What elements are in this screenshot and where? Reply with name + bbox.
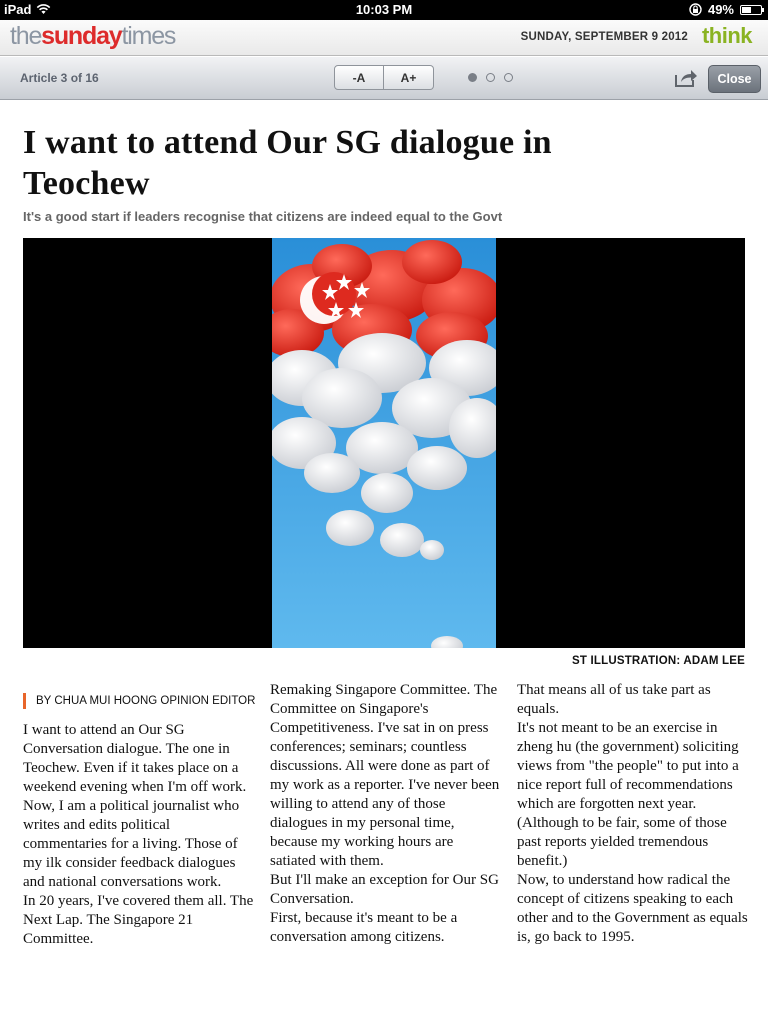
paragraph: In 20 years, I've covered them all. The … bbox=[23, 893, 254, 947]
status-right: 49% bbox=[689, 2, 764, 17]
battery-percent: 49% bbox=[707, 2, 734, 17]
paragraph: But I'll make an exception for Our SG Co… bbox=[270, 872, 499, 907]
article-counter: Article 3 of 16 bbox=[20, 71, 99, 85]
paragraph: Now, I am a political journalist who wri… bbox=[23, 798, 240, 890]
article-illustration[interactable] bbox=[23, 238, 745, 648]
page-dot[interactable] bbox=[504, 73, 513, 82]
paragraph: I want to attend an Our SG Conversation … bbox=[23, 722, 247, 795]
battery-fill bbox=[742, 6, 751, 13]
section-name: think bbox=[701, 23, 753, 48]
speech-bubble-flag-illustration bbox=[272, 238, 496, 648]
close-button[interactable]: Close bbox=[708, 65, 761, 93]
paragraph: That means all of us take part as equals… bbox=[517, 682, 711, 717]
status-time: 10:03 PM bbox=[355, 2, 413, 17]
logo-the: the bbox=[10, 22, 42, 50]
page-dot[interactable] bbox=[468, 73, 477, 82]
rotation-lock-icon bbox=[689, 3, 702, 16]
paragraph: Remaking Singapore Committee. The Commit… bbox=[270, 682, 500, 869]
author-byline: BY CHUA MUI HOONG OPINION EDITOR bbox=[23, 693, 255, 709]
status-bar: iPad 10:03 PM 49% bbox=[0, 0, 768, 20]
issue-date: SUNDAY, SEPTEMBER 9 2012 bbox=[520, 31, 688, 43]
paragraph: First, because it's meant to be a conver… bbox=[270, 910, 458, 945]
article-column-1: I want to attend an Our SG Conversation … bbox=[23, 721, 255, 949]
battery-icon bbox=[740, 4, 764, 15]
article-column-2: Remaking Singapore Committee. The Commit… bbox=[270, 681, 502, 947]
article-headline: I want to attend Our SG dialogue in Teoc… bbox=[23, 124, 552, 202]
logo-times: times bbox=[121, 22, 176, 50]
newspaper-logo: thesundaytimes bbox=[10, 22, 176, 51]
article-column-3: That means all of us take part as equals… bbox=[517, 681, 749, 947]
decrease-font-button[interactable]: -A bbox=[334, 65, 384, 90]
page-indicator[interactable] bbox=[468, 73, 513, 82]
paragraph: It's not meant to be an exercise in zhen… bbox=[517, 720, 739, 869]
masthead: thesundaytimes SUNDAY, SEPTEMBER 9 2012 … bbox=[0, 20, 768, 56]
article-subhead: It's a good start if leaders recognise t… bbox=[23, 209, 503, 224]
share-icon[interactable] bbox=[674, 68, 698, 88]
logo-sunday: sunday bbox=[41, 22, 123, 50]
font-size-controls: -A A+ bbox=[334, 65, 434, 90]
paragraph: Now, to understand how radical the conce… bbox=[517, 872, 748, 945]
article-toolbar: Article 3 of 16 -A A+ Close bbox=[0, 57, 768, 100]
image-caption: ST ILLUSTRATION: ADAM LEE bbox=[571, 655, 745, 667]
increase-font-button[interactable]: A+ bbox=[384, 65, 434, 90]
page-dot[interactable] bbox=[486, 73, 495, 82]
